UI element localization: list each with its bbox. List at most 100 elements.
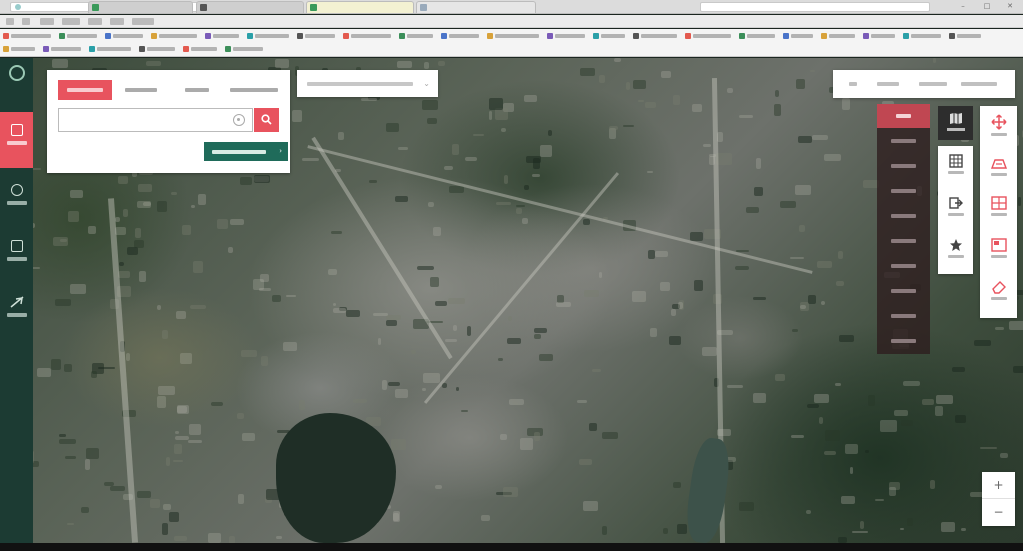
bookmark-item[interactable]	[43, 44, 81, 53]
map-texture-patch	[626, 82, 630, 90]
layer-item[interactable]	[877, 204, 930, 228]
map-texture-patch	[756, 157, 761, 170]
nav-item-layers[interactable]	[0, 172, 33, 228]
split-screen-button[interactable]	[980, 196, 1017, 216]
map-texture-patch	[331, 231, 342, 234]
menu-item[interactable]	[22, 18, 30, 25]
top-menu-item[interactable]	[849, 82, 857, 86]
map-texture-patch	[806, 403, 819, 408]
map-texture-patch	[835, 281, 845, 287]
search-button[interactable]	[254, 108, 279, 132]
road	[311, 136, 453, 360]
bookmark-item[interactable]	[59, 31, 97, 40]
location-select[interactable]: ⌄	[297, 70, 438, 97]
move-button[interactable]	[980, 114, 1017, 136]
map-texture-patch	[176, 406, 188, 414]
bookmark-item[interactable]	[593, 31, 625, 40]
zoom-out-button[interactable]: −	[982, 499, 1015, 526]
top-menu-item[interactable]	[877, 82, 899, 86]
layer-item[interactable]	[877, 104, 930, 128]
top-menu-item[interactable]	[919, 82, 947, 86]
zoom-in-button[interactable]: +	[982, 472, 1015, 499]
bookmark-item[interactable]	[205, 31, 239, 40]
bookmark-favicon-icon	[343, 32, 349, 39]
bookmark-item[interactable]	[487, 31, 539, 40]
menu-item[interactable]	[40, 18, 54, 25]
layer-item[interactable]	[877, 179, 930, 203]
top-menu-item[interactable]	[961, 82, 997, 86]
menu-item[interactable]	[88, 18, 102, 25]
bookmark-favicon-icon	[949, 32, 955, 39]
bookmark-item[interactable]	[297, 31, 335, 40]
bookmark-item[interactable]	[441, 31, 479, 40]
bookmark-item[interactable]	[151, 31, 197, 40]
tool-label	[990, 297, 1007, 300]
advanced-search-button[interactable]: ›	[204, 142, 288, 161]
bookmark-item[interactable]	[247, 31, 289, 40]
search-input[interactable]	[58, 108, 253, 132]
browser-tab[interactable]	[196, 1, 304, 13]
grid-button[interactable]	[938, 154, 973, 174]
map-texture-patch	[473, 133, 484, 137]
map-texture-patch	[556, 302, 572, 307]
bookmark-item[interactable]	[821, 31, 855, 40]
layer-item[interactable]	[877, 154, 930, 178]
menu-item[interactable]	[110, 18, 124, 25]
nav-item-documents[interactable]	[0, 228, 33, 284]
tab-search-type-1[interactable]	[58, 80, 112, 100]
roadview-button[interactable]	[980, 156, 1017, 176]
map-texture-patch	[442, 383, 447, 389]
app-logo[interactable]	[0, 62, 33, 102]
nav-item-map-search[interactable]	[0, 112, 33, 168]
browser-search-box[interactable]	[700, 2, 930, 12]
close-icon[interactable]: ✕	[1005, 2, 1015, 11]
eraser-icon	[991, 281, 1006, 294]
bookmark-item[interactable]	[685, 31, 731, 40]
tab-search-type-3[interactable]	[170, 80, 224, 100]
menu-item[interactable]	[62, 18, 80, 25]
layer-item[interactable]	[877, 129, 930, 153]
menu-item[interactable]	[6, 18, 14, 25]
maximize-icon[interactable]: □	[982, 2, 992, 11]
bookmark-item[interactable]	[399, 31, 433, 40]
tab-search-type-4[interactable]	[224, 80, 284, 100]
eraser-button[interactable]	[980, 280, 1017, 300]
bookmark-item[interactable]	[903, 31, 941, 40]
compare-button[interactable]	[980, 238, 1017, 258]
map-type-button[interactable]	[938, 106, 973, 140]
bookmark-item[interactable]	[3, 44, 35, 53]
bookmark-favicon-icon	[59, 32, 65, 39]
bookmark-item[interactable]	[547, 31, 585, 40]
bookmark-item[interactable]	[183, 44, 217, 53]
favorite-button[interactable]	[938, 238, 973, 258]
nav-item-aerial[interactable]	[0, 284, 33, 340]
bookmark-item[interactable]	[633, 31, 677, 40]
browser-tab[interactable]	[88, 1, 193, 13]
menu-item[interactable]	[132, 18, 154, 25]
layer-item[interactable]	[877, 279, 930, 303]
bookmark-item[interactable]	[783, 31, 813, 40]
map-texture-patch	[791, 435, 805, 439]
bookmark-item[interactable]	[343, 31, 391, 40]
map-texture-patch	[421, 99, 438, 110]
layer-item[interactable]	[877, 329, 930, 353]
layer-item[interactable]	[877, 254, 930, 278]
layer-item-label	[891, 239, 916, 243]
tab-search-type-2[interactable]	[114, 80, 168, 100]
layer-item[interactable]	[877, 229, 930, 253]
bookmark-item[interactable]	[225, 44, 263, 53]
bookmark-item[interactable]	[949, 31, 981, 40]
bookmark-item[interactable]	[89, 44, 131, 53]
bookmark-item[interactable]	[863, 31, 895, 40]
minimize-icon[interactable]: –	[958, 2, 968, 11]
bookmark-item[interactable]	[139, 44, 175, 53]
browser-tab[interactable]	[416, 1, 536, 13]
bookmark-item[interactable]	[3, 31, 51, 40]
current-location-icon[interactable]	[233, 114, 245, 126]
bookmark-item[interactable]	[105, 31, 143, 40]
export-button[interactable]	[938, 196, 973, 216]
site-icon	[15, 4, 21, 10]
layer-item[interactable]	[877, 304, 930, 328]
bookmark-item[interactable]	[739, 31, 775, 40]
browser-tab-active[interactable]	[306, 1, 414, 13]
